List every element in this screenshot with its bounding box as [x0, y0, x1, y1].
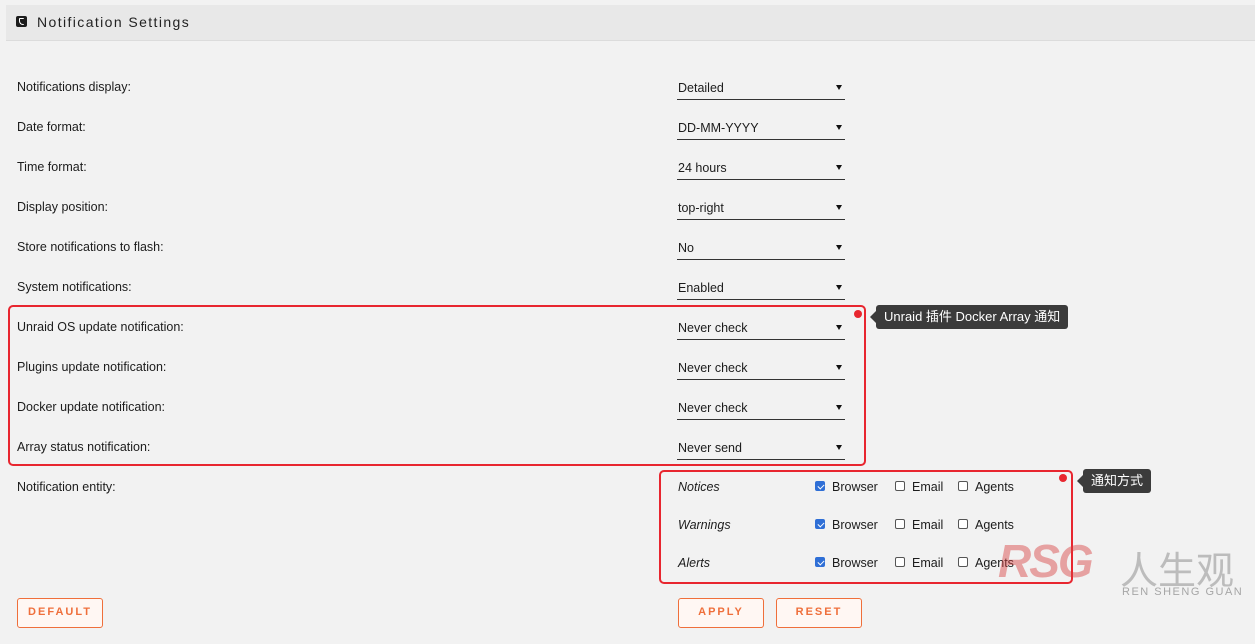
caret-down-icon — [836, 245, 842, 250]
setting-label: Date format: — [17, 120, 86, 134]
select-value: Enabled — [678, 281, 724, 295]
select-value: top-right — [678, 201, 724, 215]
setting-label: System notifications: — [17, 280, 132, 294]
select-value: DD-MM-YYYY — [678, 121, 759, 135]
watermark-logo: RSG — [998, 535, 1094, 587]
time-format-select[interactable]: 24 hours — [677, 157, 845, 180]
default-button[interactable]: DEFAULT — [17, 598, 103, 628]
notifications-display-select[interactable]: Detailed — [677, 77, 845, 100]
caret-down-icon — [836, 165, 842, 170]
update-notifications-highlight — [8, 305, 866, 466]
setting-label: Store notifications to flash: — [17, 240, 164, 254]
caret-down-icon — [836, 205, 842, 210]
select-value: 24 hours — [678, 161, 727, 175]
setting-row-date-format: Date format: DD-MM-YYYY — [0, 119, 1255, 159]
setting-row-display-position: Display position: top-right — [0, 199, 1255, 239]
page-title: Notification Settings — [37, 14, 191, 30]
apply-button[interactable]: APPLY — [678, 598, 764, 628]
caret-down-icon — [836, 125, 842, 130]
reset-button[interactable]: RESET — [776, 598, 862, 628]
entity-annotation-tip: 通知方式 — [1076, 469, 1152, 493]
setting-label: Notifications display: — [17, 80, 131, 94]
caret-down-icon — [836, 85, 842, 90]
annotation-dot — [854, 310, 862, 318]
system-notifications-select[interactable]: Enabled — [677, 277, 845, 300]
setting-label: Time format: — [17, 160, 87, 174]
watermark-en: REN SHENG GUAN — [1122, 586, 1244, 598]
select-value: Detailed — [678, 81, 724, 95]
display-position-select[interactable]: top-right — [677, 197, 845, 220]
store-to-flash-select[interactable]: No — [677, 237, 845, 260]
select-value: No — [678, 241, 694, 255]
panel-header: Notification Settings — [6, 5, 1255, 41]
phone-icon — [16, 16, 27, 27]
setting-row-time-format: Time format: 24 hours — [0, 159, 1255, 199]
caret-down-icon — [836, 285, 842, 290]
setting-label: Display position: — [17, 200, 109, 214]
setting-row-store-to-flash: Store notifications to flash: No — [0, 239, 1255, 279]
date-format-select[interactable]: DD-MM-YYYY — [677, 117, 845, 140]
rsg-watermark: RSG 人生观 REN SHENG GUAN — [998, 535, 1255, 604]
annotation-dot — [1059, 474, 1067, 482]
setting-row-notifications-display: Notifications display: Detailed — [0, 79, 1255, 119]
update-annotation-tip: Unraid 插件 Docker Array 通知 — [869, 305, 1069, 329]
